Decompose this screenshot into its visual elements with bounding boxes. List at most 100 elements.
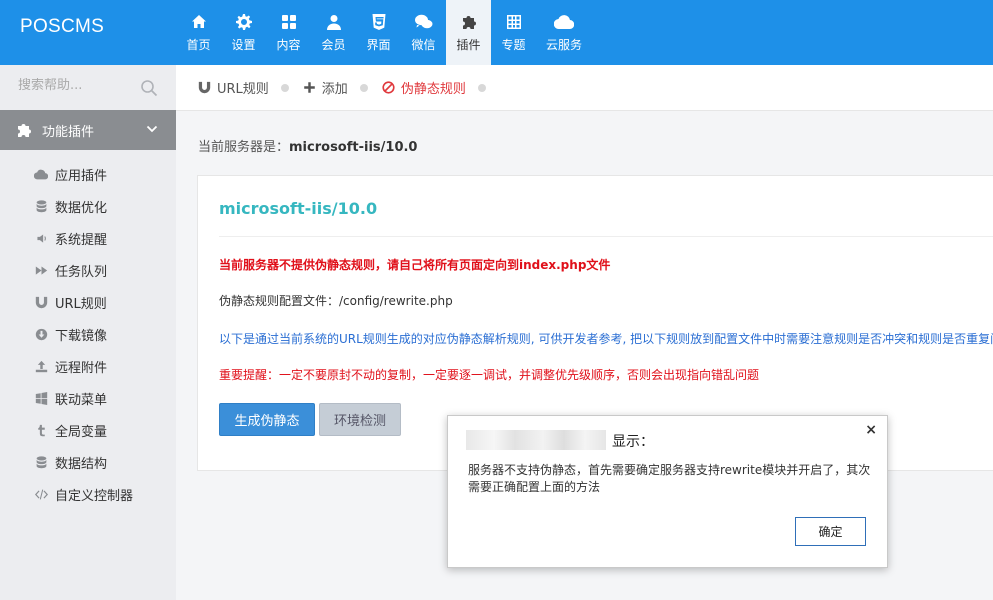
upload-icon (34, 359, 48, 373)
sidebar-group-plugins[interactable]: 功能插件 (0, 110, 176, 150)
nav-members[interactable]: 会员 (311, 0, 356, 65)
database-icon (34, 455, 48, 469)
sidebar-item-reminder[interactable]: 系统提醒 (0, 222, 176, 254)
env-check-button[interactable]: 环境检测 (319, 403, 401, 436)
nav-interface[interactable]: 界面 (356, 0, 401, 65)
sidebar-item-url-rules[interactable]: URL规则 (0, 286, 176, 318)
sidebar-group-label: 功能插件 (42, 124, 95, 140)
sidebar-item-label: 下载镜像 (55, 328, 108, 344)
table-icon (506, 13, 522, 31)
sidebar-search (0, 65, 176, 110)
nav-settings[interactable]: 设置 (221, 0, 266, 65)
puzzle-icon (461, 13, 477, 31)
home-icon (191, 13, 207, 31)
sidebar-item-custom-controller[interactable]: 自定义控制器 (0, 478, 176, 510)
sidebar-item-label: 联动菜单 (55, 392, 108, 408)
nav-label: 内容 (276, 37, 301, 52)
user-icon (326, 13, 342, 31)
database-icon (34, 199, 48, 213)
sidebar-item-remote[interactable]: 远程附件 (0, 350, 176, 382)
generate-rewrite-button[interactable]: 生成伪静态 (219, 403, 315, 436)
gear-icon (235, 13, 252, 31)
notice-text: 重要提醒：一定不要原封不动的复制，一定要逐一调试，并调整优先级顺序，否则会出现指… (219, 368, 760, 382)
code-icon (34, 487, 48, 501)
html5-icon (371, 13, 387, 31)
sidebar-item-label: 数据结构 (55, 456, 108, 472)
nav-label: 插件 (456, 37, 481, 52)
dialog-message: 服务器不支持伪静态，首先需要确定服务器支持rewrite模块并开启了，其次需要正… (468, 463, 871, 494)
puzzle-icon (16, 122, 32, 138)
sidebar-item-label: 任务队列 (55, 264, 108, 280)
card-title: microsoft-iis/10.0 (219, 199, 378, 218)
download-icon (34, 327, 48, 341)
sidebar-item-queue[interactable]: 任务队列 (0, 254, 176, 286)
sidebar-item-mirror[interactable]: 下载镜像 (0, 318, 176, 350)
crumb-separator (359, 83, 368, 92)
dialog-title: 显示： (612, 434, 654, 450)
search-icon[interactable] (140, 79, 158, 97)
windows-icon (34, 391, 48, 405)
nav-wechat[interactable]: 微信 (401, 0, 446, 65)
dialog-host-redacted (466, 430, 606, 450)
crumb-label: 添加 (321, 82, 348, 97)
magnet-icon (34, 295, 48, 309)
nav-content[interactable]: 内容 (266, 0, 311, 65)
sidebar-item-data-optimize[interactable]: 数据优化 (0, 190, 176, 222)
tumblr-icon (34, 423, 48, 437)
server-info: 当前服务器是：microsoft-iis/10.0 (198, 136, 417, 155)
sidebar-item-global-vars[interactable]: 全局变量 (0, 414, 176, 446)
ban-icon (382, 81, 395, 94)
sidebar-item-data-structure[interactable]: 数据结构 (0, 446, 176, 478)
crumb-label: 伪静态规则 (400, 82, 466, 97)
nav-label: 云服务 (545, 37, 582, 52)
sidebar-item-label: 系统提醒 (55, 232, 108, 248)
sidebar-item-label: 应用插件 (55, 168, 108, 184)
nav-label: 专题 (501, 37, 526, 52)
grid-icon (281, 13, 297, 31)
crumb-label: URL规则 (217, 82, 269, 97)
sidebar-item-label: 自定义控制器 (55, 488, 134, 504)
close-icon[interactable]: × (865, 422, 877, 438)
crumb-separator (477, 83, 486, 92)
breadcrumb: URL规则 添加 伪静态规则 (176, 65, 993, 111)
nav-plugins[interactable]: 插件 (446, 0, 491, 65)
forward-icon (34, 263, 48, 277)
sidebar-item-label: URL规则 (55, 296, 107, 312)
sidebar-item-label: 全局变量 (55, 424, 108, 440)
nav-label: 微信 (411, 37, 436, 52)
server-value: microsoft-iis/10.0 (289, 140, 418, 155)
crumb-separator (280, 83, 289, 92)
server-label: 当前服务器是： (198, 140, 290, 155)
dialog-ok-button[interactable]: 确定 (795, 517, 866, 546)
cloud-icon (554, 13, 574, 31)
nav-label: 界面 (366, 37, 391, 52)
sidebar-item-linkage[interactable]: 联动菜单 (0, 382, 176, 414)
nav-label: 首页 (186, 37, 211, 52)
warning-text: 当前服务器不提供伪静态规则，请自己将所有页面定向到index.php文件 (219, 258, 611, 272)
sidebar-item-label: 远程附件 (55, 360, 108, 376)
sidebar: 功能插件 应用插件 数据优化 系统提醒 任务队列 URL规则 下载镜像 (0, 65, 176, 600)
crumb-add[interactable]: 添加 (303, 78, 348, 97)
nav-label: 设置 (231, 37, 256, 52)
config-file-text: 伪静态规则配置文件：/config/rewrite.php (219, 294, 453, 308)
sidebar-menu: 应用插件 数据优化 系统提醒 任务队列 URL规则 下载镜像 远程附件 联动菜单… (0, 158, 176, 510)
sidebar-item-label: 数据优化 (55, 200, 108, 216)
search-input[interactable] (18, 78, 128, 93)
card-divider (219, 236, 993, 237)
nav-home[interactable]: 首页 (176, 0, 221, 65)
info-text: 以下是通过当前系统的URL规则生成的对应伪静态解析规则, 可供开发者参考, 把以… (219, 332, 993, 346)
main-nav: 首页 设置 内容 会员 界面 微信 插件 专题 云服务 (176, 0, 592, 65)
brand-logo[interactable]: POSCMS (20, 16, 104, 38)
wechat-icon (414, 13, 433, 31)
sidebar-item-apps[interactable]: 应用插件 (0, 158, 176, 190)
top-navbar: POSCMS 首页 设置 内容 会员 界面 微信 插件 专题 云服务 (0, 0, 993, 65)
nav-topics[interactable]: 专题 (491, 0, 536, 65)
cloud-icon (34, 167, 48, 181)
alert-dialog: 显示： × 服务器不支持伪静态，首先需要确定服务器支持rewrite模块并开启了… (447, 415, 888, 568)
chevron-down-icon (146, 125, 158, 133)
crumb-rewrite-rules[interactable]: 伪静态规则 (382, 78, 466, 97)
magnet-icon (198, 81, 211, 94)
nav-cloud[interactable]: 云服务 (536, 0, 592, 65)
plus-icon (304, 82, 315, 93)
crumb-url-rules[interactable]: URL规则 (198, 78, 269, 97)
